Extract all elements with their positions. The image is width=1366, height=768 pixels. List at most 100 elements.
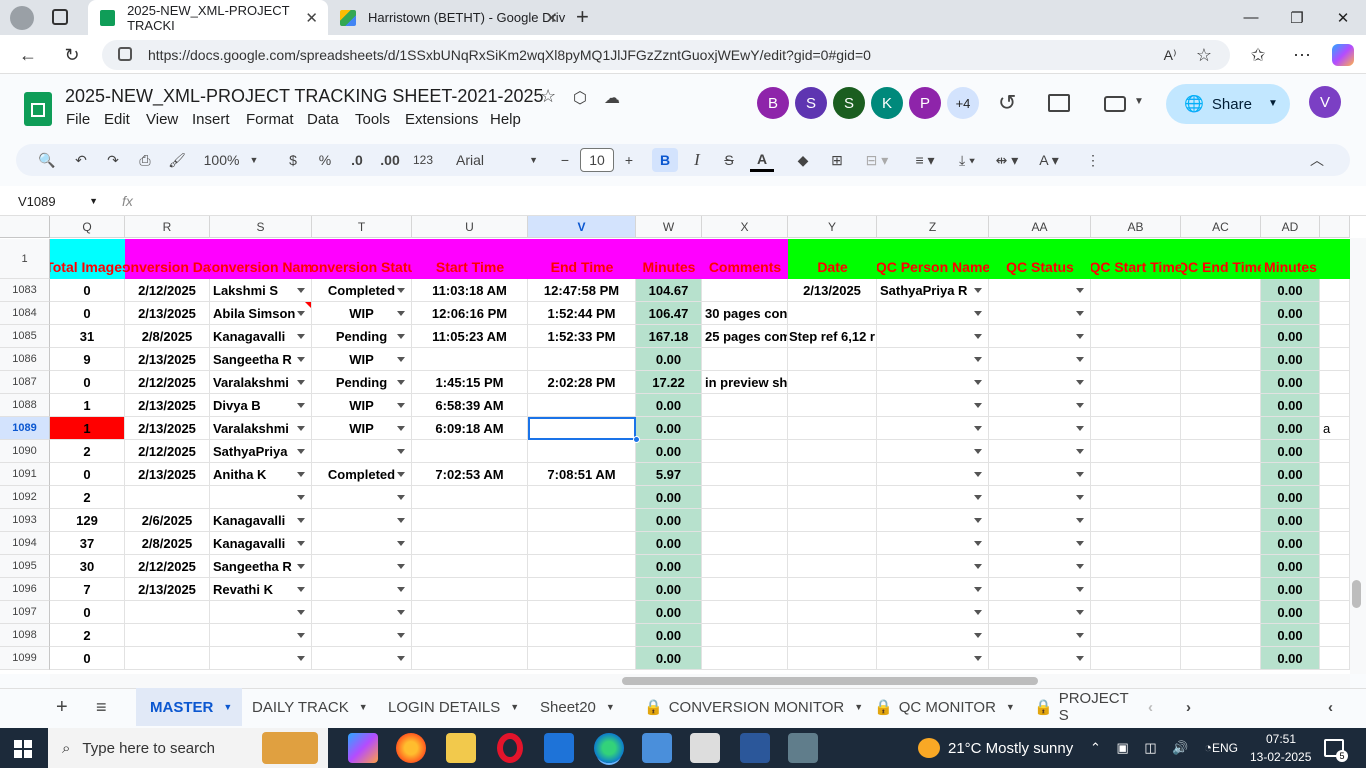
- cell-x-1092[interactable]: [702, 486, 788, 509]
- cell-w-1089[interactable]: 0.00: [636, 417, 702, 440]
- row-header-1093[interactable]: 1093: [0, 509, 50, 532]
- menu-insert[interactable]: Insert: [192, 111, 230, 128]
- cell-ad-1092[interactable]: 0.00: [1261, 486, 1320, 509]
- chevron-down-icon[interactable]: ▼: [1134, 96, 1144, 107]
- column-header-t[interactable]: T: [312, 216, 412, 238]
- cell-q-1096[interactable]: 7: [50, 578, 125, 601]
- cell-r-1095[interactable]: 2/12/2025: [125, 555, 210, 578]
- cell-aa-1085[interactable]: [989, 325, 1091, 348]
- dropdown-chevron-icon[interactable]: [1076, 633, 1084, 638]
- document-viewer-icon[interactable]: [690, 733, 720, 763]
- dropdown-chevron-icon[interactable]: [297, 656, 305, 661]
- cell-v-1088[interactable]: [528, 394, 636, 417]
- row-header-1099[interactable]: 1099: [0, 647, 50, 670]
- cell-r-1083[interactable]: 2/12/2025: [125, 279, 210, 302]
- cell-v-1086[interactable]: [528, 348, 636, 371]
- column-header-s[interactable]: S: [210, 216, 312, 238]
- cell-ae-1092[interactable]: [1320, 486, 1350, 509]
- cell-v-1091[interactable]: 7:08:51 AM: [528, 463, 636, 486]
- dropdown-chevron-icon[interactable]: [1076, 518, 1084, 523]
- site-info-icon[interactable]: [118, 47, 132, 61]
- cell-u-1090[interactable]: [412, 440, 528, 463]
- cell-ac-1093[interactable]: [1181, 509, 1261, 532]
- cell-u-1095[interactable]: [412, 555, 528, 578]
- cell-t-1090[interactable]: [312, 440, 412, 463]
- redo-icon[interactable]: ↷: [102, 148, 124, 172]
- cell-z-1091[interactable]: [877, 463, 989, 486]
- cell-ac-1084[interactable]: [1181, 302, 1261, 325]
- cell-x-1095[interactable]: [702, 555, 788, 578]
- cell-v-1097[interactable]: [528, 601, 636, 624]
- cell-ac-1089[interactable]: [1181, 417, 1261, 440]
- cell-ab-1099[interactable]: [1091, 647, 1181, 670]
- menu-extensions[interactable]: Extensions: [405, 111, 478, 128]
- cell-ae-1086[interactable]: [1320, 348, 1350, 371]
- column-header-r[interactable]: R: [125, 216, 210, 238]
- cell-y-1087[interactable]: [788, 371, 877, 394]
- cell-y-1092[interactable]: [788, 486, 877, 509]
- cell-aa-1095[interactable]: [989, 555, 1091, 578]
- cell-u-1099[interactable]: [412, 647, 528, 670]
- cell-w-1096[interactable]: 0.00: [636, 578, 702, 601]
- cell-w-1083[interactable]: 104.67: [636, 279, 702, 302]
- row-header-1091[interactable]: 1091: [0, 463, 50, 486]
- cell-ab-1090[interactable]: [1091, 440, 1181, 463]
- row-header-1086[interactable]: 1086: [0, 348, 50, 371]
- dropdown-chevron-icon[interactable]: [974, 334, 982, 339]
- cell-q-1084[interactable]: 0: [50, 302, 125, 325]
- cell-ad-1084[interactable]: 0.00: [1261, 302, 1320, 325]
- dropdown-chevron-icon[interactable]: [397, 426, 405, 431]
- dropdown-chevron-icon[interactable]: [397, 472, 405, 477]
- cell-r-1084[interactable]: 2/13/2025: [125, 302, 210, 325]
- cell-z-1085[interactable]: [877, 325, 989, 348]
- cell-ae-1094[interactable]: [1320, 532, 1350, 555]
- dropdown-chevron-icon[interactable]: [397, 311, 405, 316]
- selection-fill-handle[interactable]: [633, 436, 640, 443]
- cell-aa-1084[interactable]: [989, 302, 1091, 325]
- cell-ab-1085[interactable]: [1091, 325, 1181, 348]
- row-header-1092[interactable]: 1092: [0, 486, 50, 509]
- dropdown-chevron-icon[interactable]: [1076, 380, 1084, 385]
- all-sheets-icon[interactable]: ≡: [96, 688, 107, 726]
- dropdown-chevron-icon[interactable]: [297, 449, 305, 454]
- dropdown-chevron-icon[interactable]: [397, 403, 405, 408]
- cell-t-1093[interactable]: [312, 509, 412, 532]
- cell-v-1092[interactable]: [528, 486, 636, 509]
- dropdown-chevron-icon[interactable]: [297, 334, 305, 339]
- copilot-taskbar-icon[interactable]: [348, 733, 378, 763]
- cell-x-1090[interactable]: [702, 440, 788, 463]
- cell-ac-1097[interactable]: [1181, 601, 1261, 624]
- cell-s-1088[interactable]: Divya B: [210, 394, 312, 417]
- cell-q-1083[interactable]: 0: [50, 279, 125, 302]
- cell-v-1084[interactable]: 1:52:44 PM: [528, 302, 636, 325]
- avatar[interactable]: S: [795, 87, 827, 119]
- user-avatar[interactable]: V: [1309, 86, 1341, 118]
- dropdown-chevron-icon[interactable]: [1076, 311, 1084, 316]
- cell-u-1085[interactable]: 11:05:23 AM: [412, 325, 528, 348]
- cell-z-1096[interactable]: [877, 578, 989, 601]
- dropdown-chevron-icon[interactable]: [397, 380, 405, 385]
- cell-u-1097[interactable]: [412, 601, 528, 624]
- column-header-q[interactable]: Q: [50, 216, 125, 238]
- cell-w-1088[interactable]: 0.00: [636, 394, 702, 417]
- dropdown-chevron-icon[interactable]: [1076, 449, 1084, 454]
- row-header-1087[interactable]: 1087: [0, 371, 50, 394]
- read-aloud-icon[interactable]: A⁾: [1156, 42, 1184, 68]
- dropdown-chevron-icon[interactable]: [397, 656, 405, 661]
- cell-q-1088[interactable]: 1: [50, 394, 125, 417]
- cell-q-1095[interactable]: 30: [50, 555, 125, 578]
- language-indicator[interactable]: ENG: [1212, 741, 1238, 755]
- cell-ac-1094[interactable]: [1181, 532, 1261, 555]
- cell-v-1095[interactable]: [528, 555, 636, 578]
- dropdown-chevron-icon[interactable]: [1076, 656, 1084, 661]
- dropdown-chevron-icon[interactable]: [974, 472, 982, 477]
- cell-x-1099[interactable]: [702, 647, 788, 670]
- cell-ab-1083[interactable]: [1091, 279, 1181, 302]
- cell-y-1085[interactable]: Step ref 6,12 r: [788, 325, 877, 348]
- paint-format-icon[interactable]: 🖌: [166, 148, 188, 172]
- cell-s-1097[interactable]: [210, 601, 312, 624]
- cell-aa-1096[interactable]: [989, 578, 1091, 601]
- cell-ae-1090[interactable]: [1320, 440, 1350, 463]
- cell-v-1090[interactable]: [528, 440, 636, 463]
- cell-t-1091[interactable]: Completed: [312, 463, 412, 486]
